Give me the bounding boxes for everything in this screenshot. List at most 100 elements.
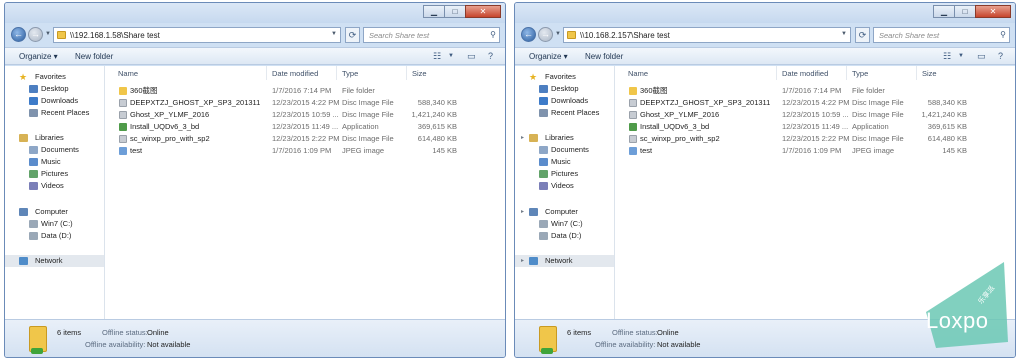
back-button[interactable]: ← [521, 27, 536, 42]
forward-button[interactable]: → [28, 27, 43, 42]
file-row[interactable]: Install_UQDv6_3_bd 12/23/2015 11:49 ... Ap… [106, 121, 505, 133]
search-input[interactable]: Search Share test ⚲ [363, 27, 500, 43]
file-row[interactable]: DEEPXTZJ_GHOST_XP_SP3_201311 12/23/2015 4… [616, 97, 1015, 109]
view-options-chevron-down-icon[interactable]: ▼ [448, 53, 454, 59]
computer-icon [529, 208, 538, 216]
close-button[interactable]: ✕ [465, 5, 501, 18]
file-row[interactable]: sc_winxp_pro_with_sp2 12/23/2015 2:22 PM D… [616, 133, 1015, 145]
forward-button[interactable]: → [538, 27, 553, 42]
file-row[interactable]: sc_winxp_pro_with_sp2 12/23/2015 2:22 PM D… [106, 133, 505, 145]
column-header-date-modified[interactable]: Date modified [782, 69, 828, 78]
nav-item-network[interactable]: Network [5, 255, 104, 267]
view-options-chevron-down-icon[interactable]: ▼ [958, 53, 964, 59]
network-icon [529, 257, 538, 265]
expand-arrow-icon[interactable]: ▸ [521, 132, 524, 144]
search-icon[interactable]: ⚲ [490, 30, 496, 39]
nav-item-win7-c[interactable]: Win7 (C:) [515, 218, 614, 230]
nav-item-documents[interactable]: Documents [5, 144, 104, 156]
address-text[interactable]: \\192.168.1.58\Share test [70, 31, 160, 40]
close-button[interactable]: ✕ [975, 5, 1011, 18]
nav-item-videos[interactable]: Videos [5, 180, 104, 192]
help-icon[interactable]: ? [998, 51, 1003, 61]
expand-arrow-icon[interactable]: ▸ [521, 206, 524, 218]
caption-buttons: ▁ □ ✕ [423, 5, 501, 18]
search-input[interactable]: Search Share test ⚲ [873, 27, 1010, 43]
nav-item-computer[interactable]: Computer [5, 206, 104, 218]
new-folder-button[interactable]: New folder [75, 52, 113, 61]
expand-arrow-icon[interactable]: ▸ [521, 255, 524, 267]
nav-item-data-d[interactable]: Data (D:) [515, 230, 614, 242]
file-type: Application [342, 122, 379, 131]
file-row[interactable]: test 1/7/2016 1:09 PM JPEG image 145 KB [616, 145, 1015, 157]
organize-button[interactable]: Organize ▾ [19, 52, 58, 61]
column-header-type[interactable]: Type [852, 69, 868, 78]
refresh-button[interactable]: ⟳ [345, 27, 360, 43]
nav-item-favorites[interactable]: ★ Favorites [5, 71, 104, 83]
column-divider[interactable] [776, 66, 777, 80]
preview-pane-icon[interactable]: ▭ [977, 51, 986, 62]
nav-item-downloads[interactable]: Downloads [5, 95, 104, 107]
address-dropdown-chevron-down-icon[interactable]: ▼ [841, 31, 847, 37]
address-bar[interactable]: \\192.168.1.58\Share test ▼ [53, 27, 341, 43]
change-view-icon[interactable]: ☷ [943, 51, 951, 62]
change-view-icon[interactable]: ☷ [433, 51, 441, 62]
file-list: Name Date modified Type Size 360截图 1/7/2016 7… [106, 66, 505, 319]
preview-pane-icon[interactable]: ▭ [467, 51, 476, 62]
file-row[interactable]: DEEPXTZJ_GHOST_XP_SP3_201311 12/23/2015 4… [106, 97, 505, 109]
address-text[interactable]: \\10.168.2.157\Share test [580, 31, 670, 40]
nav-item-downloads[interactable]: Downloads [515, 95, 614, 107]
column-header-size[interactable]: Size [412, 69, 427, 78]
recent-pages-chevron-down-icon[interactable]: ▼ [555, 31, 561, 37]
application-icon [629, 123, 637, 131]
file-row[interactable]: 360截图 1/7/2016 7:14 PM File folder [616, 85, 1015, 97]
column-divider[interactable] [266, 66, 267, 80]
column-header-type[interactable]: Type [342, 69, 358, 78]
new-folder-button[interactable]: New folder [585, 52, 623, 61]
file-row[interactable]: Install_UQDv6_3_bd 12/23/2015 11:49 ... Ap… [616, 121, 1015, 133]
nav-item-music[interactable]: Music [515, 156, 614, 168]
maximize-button[interactable]: □ [954, 5, 976, 18]
minimize-button[interactable]: ▁ [423, 5, 445, 18]
column-divider[interactable] [846, 66, 847, 80]
address-dropdown-chevron-down-icon[interactable]: ▼ [331, 31, 337, 37]
nav-item-libraries[interactable]: ▸ Libraries [515, 132, 614, 144]
column-divider[interactable] [336, 66, 337, 80]
nav-item-recent-places[interactable]: Recent Places [515, 107, 614, 119]
column-header-size[interactable]: Size [922, 69, 937, 78]
column-divider[interactable] [916, 66, 917, 80]
file-row[interactable]: 360截图 1/7/2016 7:14 PM File folder [106, 85, 505, 97]
nav-item-pictures[interactable]: Pictures [515, 168, 614, 180]
nav-item-favorites[interactable]: ★ Favorites [515, 71, 614, 83]
nav-item-network[interactable]: ▸ Network [515, 255, 614, 267]
nav-item-libraries[interactable]: Libraries [5, 132, 104, 144]
help-icon[interactable]: ? [488, 51, 493, 61]
file-row[interactable]: Ghost_XP_YLMF_2016 12/23/2015 10:59 ... Di… [106, 109, 505, 121]
column-divider[interactable] [406, 66, 407, 80]
column-header-name[interactable]: Name [628, 69, 648, 78]
organize-button[interactable]: Organize ▾ [529, 52, 568, 61]
nav-item-music[interactable]: Music [5, 156, 104, 168]
nav-item-recent-places[interactable]: Recent Places [5, 107, 104, 119]
column-header-date-modified[interactable]: Date modified [272, 69, 318, 78]
nav-item-computer[interactable]: ▸ Computer [515, 206, 614, 218]
maximize-button[interactable]: □ [444, 5, 466, 18]
refresh-button[interactable]: ⟳ [855, 27, 870, 43]
file-type: Disc Image File [342, 98, 394, 107]
address-bar[interactable]: \\10.168.2.157\Share test ▼ [563, 27, 851, 43]
minimize-button[interactable]: ▁ [933, 5, 955, 18]
file-size: 1,421,240 KB [411, 110, 457, 119]
nav-item-desktop[interactable]: Desktop [515, 83, 614, 95]
back-button[interactable]: ← [11, 27, 26, 42]
nav-item-documents[interactable]: Documents [515, 144, 614, 156]
column-header-name[interactable]: Name [118, 69, 138, 78]
nav-item-data-d[interactable]: Data (D:) [5, 230, 104, 242]
search-icon[interactable]: ⚲ [1000, 30, 1006, 39]
nav-item-desktop[interactable]: Desktop [5, 83, 104, 95]
offline-availability-label: Offline availability: [595, 340, 656, 349]
file-row[interactable]: test 1/7/2016 1:09 PM JPEG image 145 KB [106, 145, 505, 157]
file-row[interactable]: Ghost_XP_YLMF_2016 12/23/2015 10:59 ... Di… [616, 109, 1015, 121]
nav-item-pictures[interactable]: Pictures [5, 168, 104, 180]
nav-item-win7-c[interactable]: Win7 (C:) [5, 218, 104, 230]
nav-item-videos[interactable]: Videos [515, 180, 614, 192]
recent-pages-chevron-down-icon[interactable]: ▼ [45, 31, 51, 37]
